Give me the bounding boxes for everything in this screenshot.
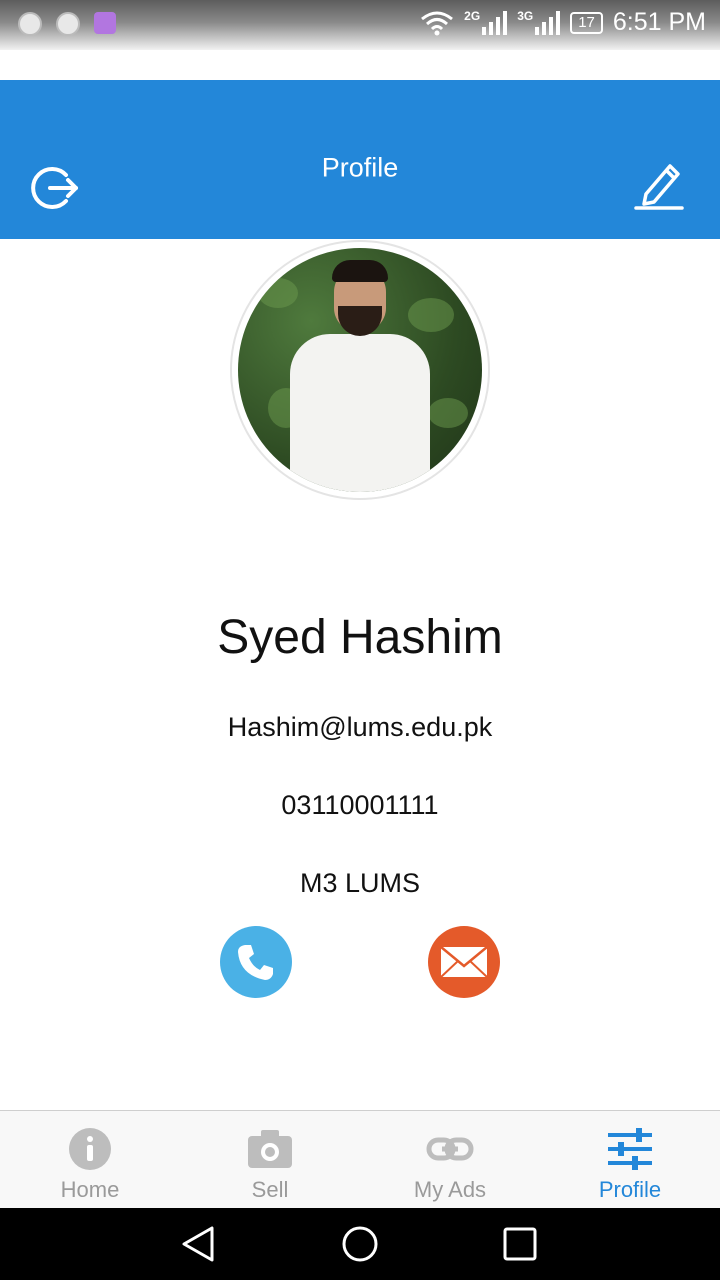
page-title: Profile — [321, 152, 399, 183]
profile-location: M3 LUMS — [299, 868, 421, 898]
notification-icons — [18, 12, 116, 36]
gallery-notification-icon — [94, 12, 116, 34]
info-icon — [69, 1128, 111, 1170]
back-icon[interactable] — [180, 1224, 220, 1264]
camera-icon — [248, 1130, 292, 1168]
phone-icon — [238, 945, 273, 980]
clock: 6:51 PM — [612, 8, 706, 36]
notification-icon — [18, 12, 42, 36]
recents-icon[interactable] — [500, 1224, 540, 1264]
wifi-icon — [421, 11, 454, 35]
avatar — [238, 248, 482, 492]
battery-icon: 17 — [570, 11, 603, 34]
nav-item-my-ads[interactable]: My Ads — [360, 1111, 540, 1208]
home-icon[interactable] — [340, 1224, 380, 1264]
system-nav-bar — [0, 1208, 720, 1280]
signal-icon — [482, 10, 508, 35]
call-button[interactable] — [220, 926, 292, 998]
app-bar: Profile — [0, 80, 720, 239]
nav-label-profile: Profile — [598, 1177, 662, 1202]
status-indicators: 2G 3G 17 6:51 PM — [420, 8, 706, 37]
signal-icon-2 — [535, 10, 561, 35]
nav-label-home: Home — [60, 1177, 120, 1202]
profile-email: Hashim@lums.edu.pk — [227, 712, 493, 742]
email-button[interactable] — [428, 926, 500, 998]
link-icon — [426, 1137, 474, 1161]
sliders-icon — [608, 1128, 652, 1170]
avatar-frame — [230, 240, 490, 500]
nav-item-sell[interactable]: Sell — [180, 1111, 360, 1208]
network-type-label: 2G — [464, 8, 481, 23]
edit-profile-button[interactable] — [632, 158, 688, 214]
nav-label-my-ads: My Ads — [413, 1177, 487, 1202]
network-type-label-2: 3G — [517, 8, 534, 23]
profile-phone: 03110001111 — [281, 790, 439, 820]
bottom-nav: Home Sell My Ads Profile — [0, 1110, 720, 1208]
nav-label-sell: Sell — [251, 1177, 289, 1202]
status-bar: 2G 3G 17 6:51 PM — [0, 0, 720, 50]
chat-notification-icon — [56, 12, 80, 36]
nav-item-home[interactable]: Home — [0, 1111, 180, 1208]
envelope-icon — [440, 946, 488, 978]
nav-item-profile[interactable]: Profile — [540, 1111, 720, 1208]
pencil-icon — [634, 164, 684, 210]
profile-name: Syed Hashim — [217, 611, 503, 664]
